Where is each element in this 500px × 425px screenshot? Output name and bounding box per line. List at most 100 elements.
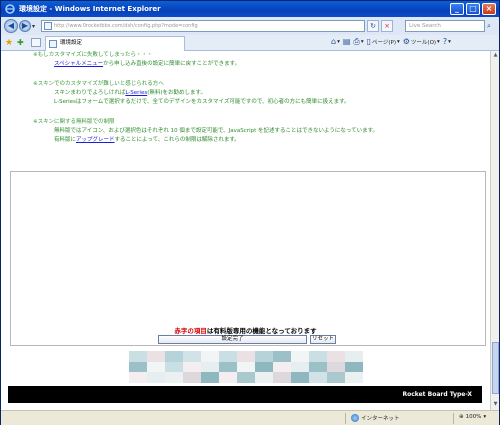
help-icon: ?: [442, 37, 448, 46]
zoom-icon: ⊕: [459, 414, 464, 420]
banner-tile: [147, 372, 165, 383]
banner-tile: [237, 361, 255, 373]
banner-tile: [255, 351, 273, 362]
stop-icon[interactable]: ×: [381, 20, 393, 32]
home-button[interactable]: ⌂ ▾: [331, 37, 340, 46]
scroll-up-icon[interactable]: ▲: [492, 52, 499, 59]
banner-tile: [165, 372, 183, 383]
banner-tile: [309, 372, 327, 383]
tools-menu[interactable]: ⚙ ツール(O) ▾: [403, 37, 440, 46]
banner-tile: [237, 351, 255, 362]
help-button[interactable]: ? ▾: [443, 37, 451, 46]
note-block: ※スキンに関する無料版での制限 無料版ではアイコン、および選択色はそれぞれ 10…: [33, 118, 378, 145]
security-zone: インターネット: [351, 414, 400, 422]
banner-tile: [237, 372, 255, 383]
banner-tile: [345, 361, 363, 373]
address-bar: ◀ ▶ ▾ http://www.0rocketbbs.com/dsh/conf…: [1, 17, 499, 35]
page-content: ※もしカスタマイズに失敗してしまったら・・・ スペシャルメニューから申し込み直後…: [1, 51, 490, 410]
maximize-button[interactable]: □: [466, 3, 480, 15]
l-series-link[interactable]: L-Series: [125, 90, 147, 96]
skin-textarea[interactable]: [10, 171, 486, 346]
tab-active[interactable]: 環境設定: [45, 36, 185, 51]
note-line: スキンまわりでよろしければL-Series(無料)をお勧めします。: [54, 90, 206, 96]
close-button[interactable]: ×: [482, 3, 496, 15]
note-line: L-Seriesはフォームで選択するだけで、全てのデザインをカスタマイズ可能です…: [54, 99, 350, 105]
banner-tile: [219, 361, 237, 373]
search-input[interactable]: Live Search: [405, 20, 485, 32]
tab-label: 環境設定: [60, 40, 83, 46]
forward-button[interactable]: ▶: [19, 20, 31, 32]
banner-tile: [129, 361, 147, 373]
quick-tabs-icon[interactable]: [31, 38, 41, 47]
banner-tile: [183, 372, 201, 383]
favorites-star-icon[interactable]: ★: [5, 38, 13, 48]
status-bar: インターネット ⊕ 100% ▾: [1, 410, 499, 425]
banner-tile: [345, 351, 363, 362]
refresh-icon[interactable]: ↻: [367, 20, 379, 32]
banner-tile: [309, 351, 327, 362]
banner-tile: [201, 361, 219, 373]
print-button[interactable]: ⎙ ▾: [353, 37, 363, 46]
add-favorite-icon[interactable]: ✚: [17, 38, 24, 48]
banner-tile: [183, 351, 201, 362]
banner-tile: [327, 361, 345, 373]
zoom-control[interactable]: ⊕ 100% ▾: [459, 414, 486, 420]
submit-button[interactable]: 設定完了: [158, 335, 307, 344]
banner-tile: [273, 361, 291, 373]
tab-page-icon: [49, 40, 57, 48]
browser-window: 環境設定 - Windows Internet Explorer _ □ × ◀…: [0, 0, 500, 425]
banner-tile: [183, 361, 201, 373]
banner-tile: [255, 372, 273, 383]
note-heading: ※スキンでのカスタマイズが難しいと感じられる方へ: [33, 81, 164, 87]
gear-icon: ⚙: [402, 37, 410, 46]
url-field[interactable]: http://www.0rocketbbs.com/dsh/config.php…: [41, 20, 365, 32]
pixelated-banner-image: [129, 351, 363, 383]
banner-tile: [255, 361, 273, 373]
scroll-thumb[interactable]: [492, 342, 499, 394]
footer-brand-bar: Rocket Board Type-X: [8, 386, 482, 403]
globe-icon: [351, 414, 359, 422]
search-icon[interactable]: ⌕: [487, 20, 497, 32]
note-heading: ※スキンに関する無料版での制限: [33, 119, 115, 125]
banner-tile: [291, 372, 309, 383]
minimize-button[interactable]: _: [450, 3, 464, 15]
note-line: 有料版にアップグレードすることによって、これらの制限は解除されます。: [54, 137, 240, 143]
banner-tile: [219, 351, 237, 362]
form-buttons: 設定完了 リセット: [158, 335, 336, 344]
reset-button[interactable]: リセット: [310, 335, 336, 344]
banner-tile: [147, 351, 165, 362]
note-block: ※もしカスタマイズに失敗してしまったら・・・ スペシャルメニューから申し込み直後…: [33, 51, 240, 69]
upgrade-link[interactable]: アップグレード: [76, 137, 115, 143]
url-text: http://www.0rocketbbs.com/dsh/config.php…: [54, 23, 198, 29]
page-icon: [44, 22, 52, 30]
feeds-button[interactable]: ▤: [343, 37, 351, 46]
back-button[interactable]: ◀: [4, 19, 18, 33]
feeds-icon: ▤: [342, 37, 351, 46]
banner-tile: [291, 361, 309, 373]
window-controls: _ □ ×: [450, 3, 496, 15]
history-dropdown-icon[interactable]: ▾: [32, 23, 35, 30]
special-menu-link[interactable]: スペシャルメニュー: [54, 61, 103, 67]
home-icon: ⌂: [331, 37, 337, 46]
banner-tile: [309, 361, 327, 373]
footer-brand: Rocket Board Type-X: [402, 391, 472, 398]
tab-bar: ★ ✚ 環境設定 ⌂ ▾ ▤ ⎙ ▾ ▯ ページ(P) ▾ ⚙ ツール(O) ▾ ? ▾: [1, 35, 499, 51]
address-tools: ↻ ×: [367, 20, 393, 32]
banner-tile: [201, 372, 219, 383]
scroll-down-icon[interactable]: ▼: [492, 401, 499, 408]
banner-tile: [129, 372, 147, 383]
print-icon: ⎙: [353, 37, 360, 46]
page-menu[interactable]: ▯ ページ(P) ▾: [367, 37, 400, 46]
banner-tile: [327, 372, 345, 383]
banner-tile: [219, 372, 237, 383]
banner-tile: [345, 372, 363, 383]
page-menu-icon: ▯: [366, 37, 371, 46]
ie-logo-icon: [5, 4, 15, 14]
window-title: 環境設定 - Windows Internet Explorer: [19, 5, 161, 13]
banner-tile: [165, 361, 183, 373]
banner-tile: [165, 351, 183, 362]
note-heading: ※もしカスタマイズに失敗してしまったら・・・: [33, 52, 153, 58]
banner-tile: [291, 351, 309, 362]
command-bar: ⌂ ▾ ▤ ⎙ ▾ ▯ ページ(P) ▾ ⚙ ツール(O) ▾ ? ▾: [331, 37, 451, 46]
vertical-scrollbar[interactable]: ▲ ▼: [490, 51, 499, 410]
